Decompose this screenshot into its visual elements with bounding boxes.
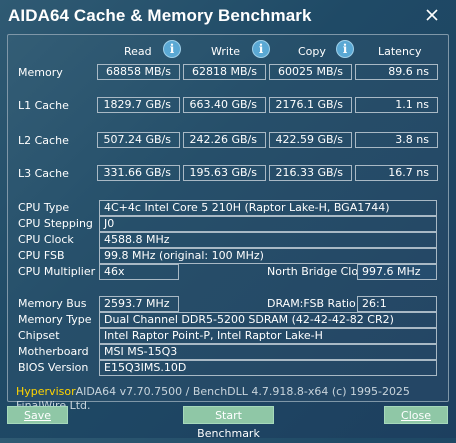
save-button[interactable]: Save bbox=[7, 406, 68, 424]
memory-type-label: Memory Type bbox=[18, 313, 92, 326]
memory-copy-value: 60025 MB/s bbox=[269, 64, 352, 80]
l3-read-value: 331.66 GB/s bbox=[97, 165, 180, 181]
close-button[interactable]: Close bbox=[384, 406, 448, 424]
header-write: Write bbox=[211, 45, 241, 58]
motherboard-value: MSI MS-15Q3 bbox=[99, 344, 437, 360]
bios-version-label: BIOS Version bbox=[18, 361, 89, 374]
cpu-clock-value: 4588.8 MHz bbox=[99, 232, 437, 248]
header-latency: Latency bbox=[378, 45, 422, 58]
l2-latency-value: 3.8 ns bbox=[355, 132, 438, 148]
start-benchmark-label: Start Benchmark bbox=[197, 409, 260, 440]
cpu-multiplier-label: CPU Multiplier bbox=[18, 265, 96, 278]
memory-write-value: 62818 MB/s bbox=[183, 64, 266, 80]
l2-copy-value: 422.59 GB/s bbox=[269, 132, 352, 148]
close-icon bbox=[426, 9, 438, 21]
row-label-l3: L3 Cache bbox=[18, 167, 69, 180]
cpu-stepping-value: J0 bbox=[99, 216, 437, 232]
memory-type-value: Dual Channel DDR5-5200 SDRAM (42-42-42-8… bbox=[99, 312, 437, 328]
cpu-stepping-label: CPU Stepping bbox=[18, 217, 93, 230]
copy-info-icon[interactable]: i bbox=[336, 40, 354, 58]
bios-version-value: E15Q3IMS.10D bbox=[99, 360, 437, 376]
l2-read-value: 507.24 GB/s bbox=[97, 132, 180, 148]
cpu-type-value: 4C+4c Intel Core 5 210H (Raptor Lake-H, … bbox=[99, 200, 437, 216]
north-bridge-clock-value: 997.6 MHz bbox=[357, 264, 437, 280]
row-label-memory: Memory bbox=[18, 66, 63, 79]
chipset-label: Chipset bbox=[18, 329, 60, 342]
row-label-l1: L1 Cache bbox=[18, 99, 69, 112]
north-bridge-clock-label: North Bridge Clock bbox=[267, 265, 371, 278]
row-label-l2: L2 Cache bbox=[18, 134, 69, 147]
motherboard-label: Motherboard bbox=[18, 345, 89, 358]
dram-fsb-ratio-label: DRAM:FSB Ratio bbox=[267, 297, 356, 310]
cpu-fsb-value: 99.8 MHz (original: 100 MHz) bbox=[99, 248, 437, 264]
header-copy: Copy bbox=[298, 45, 326, 58]
cpu-type-label: CPU Type bbox=[18, 201, 70, 214]
l3-copy-value: 216.33 GB/s bbox=[269, 165, 352, 181]
start-benchmark-button[interactable]: Start Benchmark bbox=[183, 406, 274, 440]
l1-write-value: 663.40 GB/s bbox=[183, 97, 266, 113]
l2-write-value: 242.26 GB/s bbox=[183, 132, 266, 148]
l3-latency-value: 16.7 ns bbox=[355, 165, 438, 181]
l3-write-value: 195.63 GB/s bbox=[183, 165, 266, 181]
hypervisor-label: Hypervisor bbox=[16, 385, 76, 398]
cpu-fsb-label: CPU FSB bbox=[18, 249, 65, 262]
title-bar: AIDA64 Cache & Memory Benchmark bbox=[0, 0, 456, 30]
window-title: AIDA64 Cache & Memory Benchmark bbox=[8, 6, 312, 25]
memory-latency-value: 89.6 ns bbox=[355, 64, 438, 80]
write-info-icon[interactable]: i bbox=[252, 40, 270, 58]
memory-bus-value: 2593.7 MHz bbox=[99, 296, 179, 312]
header-read: Read bbox=[124, 45, 152, 58]
l1-read-value: 1829.7 GB/s bbox=[97, 97, 180, 113]
close-window-icon[interactable] bbox=[420, 3, 444, 27]
cpu-clock-label: CPU Clock bbox=[18, 233, 74, 246]
l1-latency-value: 1.1 ns bbox=[355, 97, 438, 113]
read-info-icon[interactable]: i bbox=[163, 40, 181, 58]
dram-fsb-ratio-value: 26:1 bbox=[357, 296, 437, 312]
memory-read-value: 68858 MB/s bbox=[97, 64, 180, 80]
cpu-multiplier-value: 46x bbox=[99, 264, 179, 280]
memory-bus-label: Memory Bus bbox=[18, 297, 87, 310]
chipset-value: Intel Raptor Point-P, Intel Raptor Lake-… bbox=[99, 328, 437, 344]
save-button-label: Save bbox=[23, 409, 51, 422]
l1-copy-value: 2176.1 GB/s bbox=[269, 97, 352, 113]
close-button-label: Close bbox=[401, 409, 431, 422]
